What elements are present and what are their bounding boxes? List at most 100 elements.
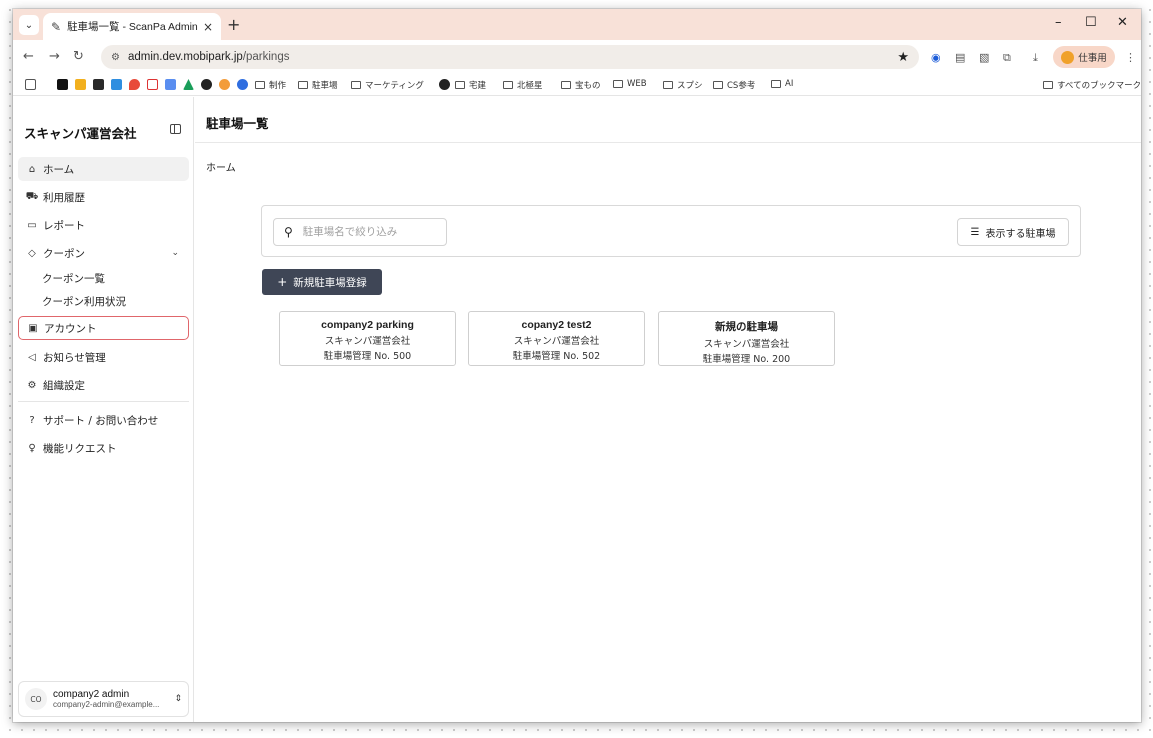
tab-search-button[interactable]: ⌄ — [19, 15, 39, 35]
maximize-window-button[interactable]: ☐ — [1085, 15, 1097, 30]
sidebar-item-home[interactable]: ⌂ ホーム — [18, 157, 189, 181]
bookmark-star-icon[interactable]: ★ — [897, 50, 909, 65]
car-icon: ⛟ — [25, 190, 39, 202]
tab-strip: ⌄ ✎ 駐車場一覧 - ScanPa Admin × + – ☐ ✕ — [13, 9, 1141, 40]
sidebar-item-label: お知らせ管理 — [43, 351, 106, 364]
bookmark-label: 制作 — [269, 81, 287, 91]
browser-menu-icon[interactable]: ⋮ — [1125, 51, 1136, 64]
bookmark-icon-4[interactable] — [201, 79, 212, 90]
folder-icon — [713, 81, 723, 89]
address-bar[interactable]: ⚙ admin.dev.mobipark.jp/parkings ★ — [101, 45, 919, 69]
x-bookmark-icon[interactable] — [57, 79, 68, 90]
folder-icon — [255, 81, 265, 89]
bookmark-folder-5[interactable]: 宝もの — [561, 79, 601, 91]
sidebar: スキャンパ運営会社 ⌂ ホーム ⛟ 利用履歴 ▭ レポート ◇ クーポン ⌄ ク… — [13, 97, 194, 722]
profile-button[interactable]: 仕事用 — [1053, 46, 1115, 68]
download-icon[interactable]: ⤓ — [1033, 51, 1038, 65]
back-arrow-icon[interactable]: ← — [23, 49, 34, 64]
bookmark-icon-3[interactable] — [165, 79, 176, 90]
add-parking-label: 新規駐車場登録 — [293, 276, 367, 289]
parking-company: スキャンパ運営会社 — [703, 339, 790, 350]
bookmark-folder-2[interactable]: マーケティング — [351, 79, 424, 91]
globe-bookmark-icon[interactable] — [439, 79, 450, 90]
sidebar-item-support[interactable]: ? サポート / お問い合わせ — [18, 408, 189, 432]
browser-tab-active[interactable]: ✎ 駐車場一覧 - ScanPa Admin × — [43, 13, 221, 40]
parking-card[interactable]: 新規の駐車場 スキャンパ運営会社 駐車場管理 No. 200 — [658, 311, 835, 366]
sidebar-item-label: サポート / お問い合わせ — [43, 414, 159, 427]
bookmark-icon-2[interactable] — [93, 79, 104, 90]
tab-title: 駐車場一覧 - ScanPa Admin — [67, 21, 198, 33]
chevron-up-down-icon: ⇕ — [174, 694, 182, 704]
chevron-down-icon: ⌄ — [171, 248, 179, 258]
bookmarks-bar: 制作 駐車場 マーケティング 宅建 北極星 宝もの WEB スプシ CS参考 A… — [13, 74, 1141, 96]
sidebar-item-org-settings[interactable]: ⚙ 組織設定 — [18, 373, 189, 397]
search-icon: ⚲ — [284, 225, 293, 239]
sidebar-item-account[interactable]: ▣ アカウント — [18, 316, 189, 340]
reload-icon[interactable]: ↻ — [73, 49, 84, 64]
password-manager-icon[interactable]: ◉ — [931, 51, 941, 64]
profile-avatar-icon — [1061, 50, 1075, 64]
main-content: 駐車場一覧 ホーム ⚲ ☰ 表示する駐車場 + 新規駐車場登録 company2… — [195, 97, 1141, 722]
profile-label: 仕事用 — [1078, 53, 1107, 64]
new-tab-button[interactable]: + — [227, 15, 240, 34]
user-name: company2 admin — [53, 689, 130, 700]
bookmark-label: CS参考 — [727, 81, 756, 91]
sidebar-item-label: 組織設定 — [43, 379, 85, 392]
sidebar-divider — [18, 401, 189, 402]
site-info-icon[interactable]: ⚙ — [111, 52, 120, 63]
avatar: CO — [25, 688, 47, 710]
analytics-bookmark-icon[interactable] — [111, 79, 122, 90]
forward-arrow-icon[interactable]: → — [49, 49, 60, 64]
parking-card[interactable]: company2 parking スキャンパ運営会社 駐車場管理 No. 500 — [279, 311, 456, 366]
bookmark-icon-1[interactable] — [75, 79, 86, 90]
sidebar-item-usage-history[interactable]: ⛟ 利用履歴 — [18, 185, 189, 209]
bookmark-folder-3[interactable]: 宅建 — [455, 79, 486, 91]
notes-extension-icon[interactable]: ▧ — [979, 51, 989, 64]
sidebar-item-coupon[interactable]: ◇ クーポン ⌄ — [18, 241, 189, 265]
maps-bookmark-icon[interactable] — [129, 79, 140, 90]
bookmark-folder-6[interactable]: WEB — [613, 79, 647, 89]
user-info: company2 admin company2-admin@example... — [53, 689, 174, 709]
search-field[interactable]: ⚲ — [273, 218, 447, 246]
help-icon: ? — [29, 414, 35, 426]
close-window-button[interactable]: ✕ — [1117, 15, 1128, 30]
bookmark-folder-1[interactable]: 駐車場 — [298, 79, 338, 91]
bookmark-label: マーケティング — [365, 81, 424, 91]
folder-icon — [298, 81, 308, 89]
drive-bookmark-icon[interactable] — [183, 79, 194, 90]
apps-grid-icon[interactable] — [25, 79, 36, 90]
bookmark-folder-8[interactable]: CS参考 — [713, 79, 755, 91]
add-parking-button[interactable]: + 新規駐車場登録 — [262, 269, 382, 295]
sidebar-item-report[interactable]: ▭ レポート — [18, 213, 189, 237]
sidebar-toggle-icon[interactable] — [170, 124, 181, 134]
bookmark-folder-9[interactable]: AI — [771, 79, 793, 89]
gear-icon: ⚙ — [27, 379, 37, 391]
scanpa-favicon-icon: ✎ — [51, 19, 62, 34]
bookmark-folder-4[interactable]: 北極星 — [503, 79, 543, 91]
user-menu[interactable]: CO company2 admin company2-admin@example… — [18, 681, 189, 717]
close-tab-icon[interactable]: × — [203, 20, 213, 34]
sidebar-item-label: ホーム — [43, 163, 75, 176]
bookmark-icon-5[interactable] — [219, 79, 230, 90]
report-icon: ▭ — [27, 219, 37, 231]
search-input[interactable] — [302, 226, 433, 238]
gmail-bookmark-icon[interactable] — [147, 79, 158, 90]
browser-toolbar: ← → ↻ ⚙ admin.dev.mobipark.jp/parkings ★… — [13, 40, 1141, 74]
folder-icon — [771, 80, 781, 88]
extension-icon[interactable]: ▤ — [955, 51, 965, 64]
breadcrumb[interactable]: ホーム — [206, 159, 236, 174]
minimize-window-button[interactable]: – — [1055, 15, 1062, 30]
filter-parkings-button[interactable]: ☰ 表示する駐車場 — [957, 218, 1069, 246]
infinity-bookmark-icon[interactable] — [237, 79, 248, 90]
sidebar-subitem-coupon-list[interactable]: クーポン一覧 — [42, 271, 105, 286]
puzzle-icon[interactable]: ⧉ — [1003, 51, 1011, 65]
parking-card[interactable]: copany2 test2 スキャンパ運営会社 駐車場管理 No. 502 — [468, 311, 645, 366]
bookmark-folder-7[interactable]: スプシ — [663, 79, 703, 91]
bookmark-folder-0[interactable]: 制作 — [255, 79, 286, 91]
parking-company: スキャンパ運営会社 — [513, 336, 600, 347]
sidebar-item-feature-request[interactable]: ♀ 機能リクエスト — [18, 436, 189, 460]
sidebar-subitem-coupon-usage[interactable]: クーポン利用状況 — [42, 294, 126, 309]
sidebar-item-notices[interactable]: ◁ お知らせ管理 — [18, 345, 189, 369]
bookmark-label: 宅建 — [469, 81, 487, 91]
all-bookmarks-folder[interactable]: すべてのブックマーク — [1043, 79, 1141, 91]
